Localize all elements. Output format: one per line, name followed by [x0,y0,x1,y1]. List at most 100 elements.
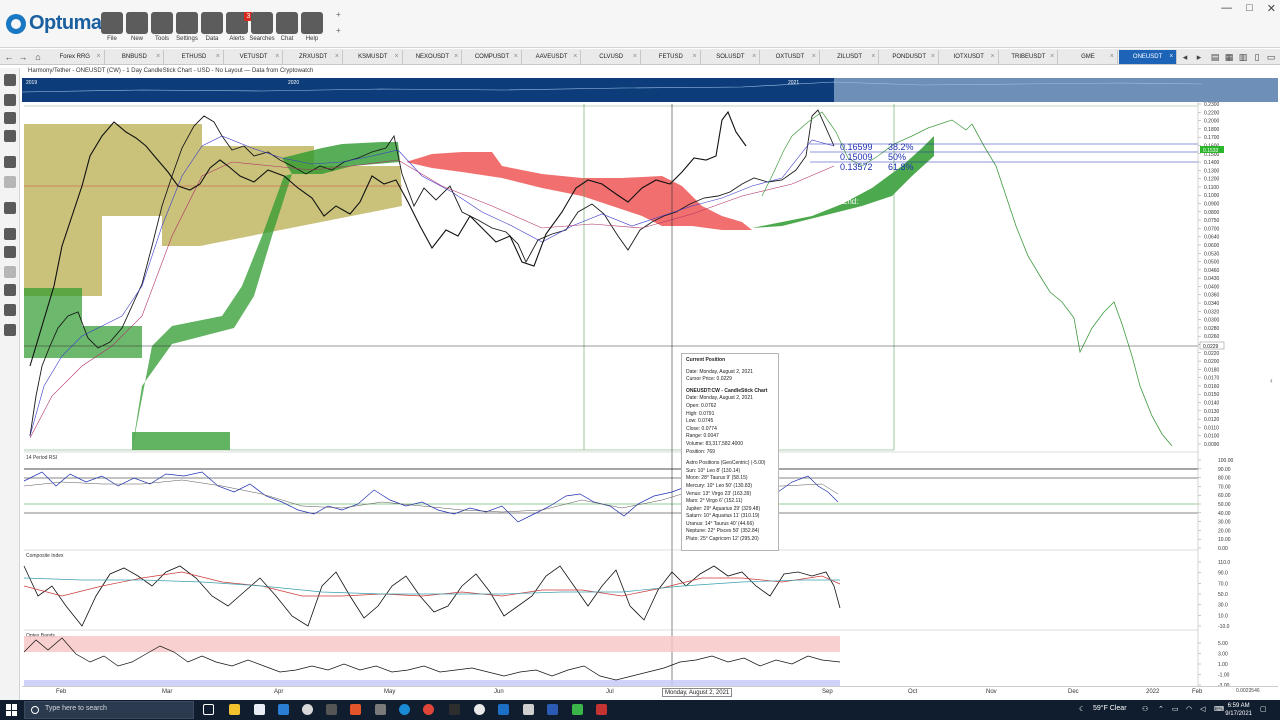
tab-close-icon[interactable]: × [216,50,220,64]
image-icon[interactable] [4,94,16,106]
taskbar-search[interactable]: Type here to search [24,701,194,719]
tab-ethusd[interactable]: ETHUSD × [165,50,224,64]
document-icon[interactable] [375,704,386,715]
forward-arrow-icon[interactable]: → [16,50,30,64]
tab-close-icon[interactable]: × [514,50,518,64]
tab-pondusdt[interactable]: PONDUSDT × [880,50,939,64]
stamp-icon[interactable] [4,284,16,296]
tab-close-icon[interactable]: × [395,50,399,64]
tab-close-icon[interactable]: × [335,50,339,64]
time-axis[interactable]: FebMarAprMayJunJulAugSepOctNovDec2022Feb… [22,686,1278,698]
terminal-icon[interactable] [449,704,460,715]
tab-nexousdt[interactable]: NEXOUSDT × [404,50,463,64]
keyboard-icon[interactable]: ⌨ [1214,705,1224,713]
tab-close-icon[interactable]: × [871,50,875,64]
brave-browser-icon[interactable] [350,704,361,715]
home-icon[interactable]: ⌂ [31,50,45,64]
chrome-browser-icon[interactable] [423,704,434,715]
tab-oneusdt[interactable]: ONEUSDT × [1118,50,1178,64]
optuma-taskbar-icon[interactable] [498,704,509,715]
tab-compusdt[interactable]: COMPUSDT × [463,50,522,64]
tab-ksmusdt[interactable]: KSMUSDT × [344,50,403,64]
word-icon[interactable] [547,704,558,715]
network-icon[interactable]: ▭ [1172,705,1179,713]
tab-close-icon[interactable]: × [693,50,697,64]
file-explorer-icon[interactable] [229,704,240,715]
green-app-icon[interactable] [572,704,583,715]
media-icon[interactable] [474,704,485,715]
help-button[interactable]: Help [299,4,325,46]
tab-zilusdt[interactable]: ZILUSDT × [821,50,880,64]
close-icon[interactable]: ✕ [1267,2,1276,15]
tab-clvusd[interactable]: CLVUSD × [582,50,641,64]
print-icon[interactable] [4,130,16,142]
photos-icon[interactable] [523,704,534,715]
rsi-pane[interactable]: 14 Period RSI 100.00 90.00 80.00 70.00 60.00… [23,451,1234,552]
mail-icon[interactable] [278,704,289,715]
page-icon[interactable]: ▯ [1250,50,1264,64]
tab-close-icon[interactable]: × [573,50,577,64]
app-icon[interactable] [326,704,337,715]
tab-scroll-right-icon[interactable]: ▸ [1192,50,1206,64]
tab-close-icon[interactable]: × [454,50,458,64]
maps-icon[interactable] [302,704,313,715]
tab-aaveusdt[interactable]: AAVEUSDT × [523,50,582,64]
tab-oxtusdt[interactable]: OXTUSDT × [761,50,820,64]
tray-chevron-icon[interactable]: ⌃ [1158,705,1164,713]
composite-pane[interactable]: Composite Index 110.0 90.0 70.0 50.0 30.0 10.… [23,549,1230,630]
notes-icon[interactable] [4,304,16,316]
tab-bnbusd[interactable]: BNBUSD × [106,50,165,64]
weather-moon-icon[interactable]: ☾ [1079,705,1085,713]
tab-close-icon[interactable]: × [97,50,101,64]
layout-icon[interactable]: ▥ [1236,50,1250,64]
undo-icon[interactable] [4,156,16,168]
overview-selection[interactable] [834,78,1278,102]
draw-tool-icon[interactable] [4,202,16,214]
side-collapse-icon[interactable]: ‹ [1270,376,1273,385]
tab-tribeusdt[interactable]: TRIBEUSDT × [1000,50,1059,64]
tab-close-icon[interactable]: × [275,50,279,64]
edge-browser-icon[interactable] [399,704,410,715]
save-icon[interactable] [4,112,16,124]
tab-gme[interactable]: GME × [1059,50,1118,64]
tab-close-icon[interactable]: × [812,50,816,64]
optex-pane[interactable]: Optex Bands 5.003.001.00-1.00-3.00 [23,629,1230,689]
system-clock[interactable]: 6:59 AM 9/17/2021 [1225,702,1252,718]
back-arrow-icon[interactable]: ← [2,50,16,64]
tab-vetusdt[interactable]: VETUSDT × [225,50,284,64]
tab-close-icon[interactable]: × [1050,50,1054,64]
grid-view-icon[interactable]: ▦ [1222,50,1236,64]
lock-icon[interactable] [4,246,16,258]
chart-area[interactable]: 2019 2020 2021 0.16599 38.2% 0.15009 50%… [21,66,1278,700]
tab-close-icon[interactable]: × [1110,50,1114,64]
tab-list-icon[interactable]: ▤ [1208,50,1222,64]
people-icon[interactable]: ⚇ [1142,705,1148,713]
tab-close-icon[interactable]: × [991,50,995,64]
crosshair-icon[interactable] [4,228,16,240]
notifications-icon[interactable]: ▢ [1260,705,1267,713]
tab-iotxusdt[interactable]: IOTXUSDT × [940,50,999,64]
tab-fetusd[interactable]: FETUSD × [642,50,701,64]
grid-icon[interactable] [4,266,16,278]
redo-icon[interactable] [4,176,16,188]
wifi-icon[interactable]: ◠ [1186,705,1192,713]
tab-close-icon[interactable]: × [931,50,935,64]
notepad-icon[interactable] [254,704,265,715]
list-icon[interactable] [4,74,16,86]
tab-zrxusdt[interactable]: ZRXUSDT × [284,50,343,64]
checklist-icon[interactable] [4,324,16,336]
tab-scroll-left-icon[interactable]: ◂ [1178,50,1192,64]
maximize-icon[interactable]: □ [1246,2,1253,15]
tab-close-icon[interactable]: × [752,50,756,64]
tab-close-icon[interactable]: × [1169,50,1173,64]
red-app-icon[interactable] [596,704,607,715]
tab-close-icon[interactable]: × [633,50,637,64]
tab-forex-rrg[interactable]: Forex RRG × [46,50,105,64]
chart-canvas[interactable]: 2019 2020 2021 0.16599 38.2% 0.15009 50%… [21,66,1278,689]
task-view-icon[interactable] [203,704,214,715]
minimize-icon[interactable]: — [1221,2,1232,15]
window-icon[interactable]: ▭ [1264,50,1278,64]
ribbon-expand-icon[interactable]: + [336,10,341,19]
tab-solusdt[interactable]: SOLUSDT × [702,50,761,64]
price-pane[interactable]: 0.16599 38.2% 0.15009 50% 0.13572 61.8% … [24,104,1198,686]
